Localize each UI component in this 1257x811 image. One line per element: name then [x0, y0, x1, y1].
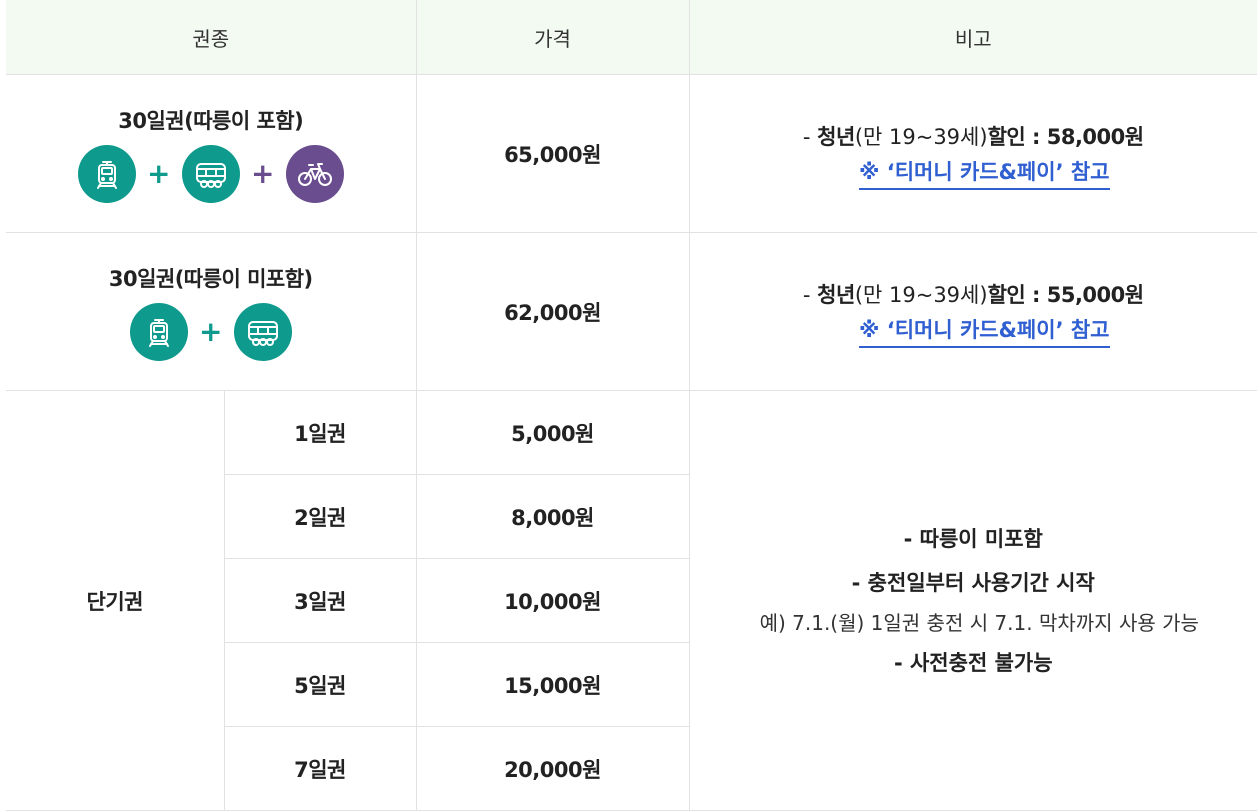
- note-dash: -: [803, 283, 817, 307]
- short-term-label: 단기권: [6, 391, 224, 811]
- plus-sign: +: [188, 318, 234, 346]
- pass-note: - 청년(만 19~39세)할인 : 55,000원 ※ ‘티머니 카드&페이’…: [689, 233, 1257, 391]
- subway-icon: [78, 145, 136, 203]
- short-term-name: 7일권: [224, 727, 416, 811]
- note-dash: -: [803, 125, 817, 149]
- short-term-name: 3일권: [224, 559, 416, 643]
- short-term-price: 10,000원: [416, 559, 689, 643]
- note-discount: 할인 : 58,000원: [988, 125, 1144, 149]
- pass-price: 62,000원: [416, 233, 689, 391]
- pass-title: 30일권(따릉이 포함): [6, 105, 416, 135]
- subway-icon: [130, 303, 188, 361]
- bicycle-icon: [286, 145, 344, 203]
- note-example: 예) 7.1.(월) 1일권 충전 시 7.1. 막차까지 사용 가능: [690, 605, 1257, 641]
- plus-sign: +: [136, 160, 182, 188]
- plus-sign: +: [240, 160, 286, 188]
- fare-table: 권종 가격 비고 30일권(따릉이 포함): [6, 0, 1257, 811]
- tmoney-link[interactable]: ※ ‘티머니 카드&페이’ 참고: [859, 156, 1110, 190]
- table-row: 30일권(따릉이 포함): [6, 75, 1257, 233]
- header-price: 가격: [416, 0, 689, 75]
- tmoney-link[interactable]: ※ ‘티머니 카드&페이’ 참고: [859, 314, 1110, 348]
- note-discount: 할인 : 55,000원: [988, 283, 1144, 307]
- short-term-name: 2일권: [224, 475, 416, 559]
- table-row: 30일권(따릉이 미포함): [6, 233, 1257, 391]
- short-term-name: 5일권: [224, 643, 416, 727]
- pass-icons: +: [6, 303, 416, 361]
- note-lead: 청년: [817, 125, 855, 149]
- youth-discount: - 청년(만 19~39세)할인 : 58,000원: [690, 118, 1257, 156]
- short-term-price: 20,000원: [416, 727, 689, 811]
- fare-page: 권종 가격 비고 30일권(따릉이 포함): [0, 0, 1257, 804]
- table-row: 단기권 1일권 5,000원 - 따릉이 미포함 - 충전일부터 사용기간 시작…: [6, 391, 1257, 475]
- pass-price: 65,000원: [416, 75, 689, 233]
- note-age: (만 19~39세): [855, 125, 988, 149]
- note-no-precharge: - 사전충전 불가능: [690, 641, 1257, 685]
- pass-cell: 30일권(따릉이 포함): [6, 75, 416, 233]
- table-header-row: 권종 가격 비고: [6, 0, 1257, 75]
- pass-icons: + +: [6, 145, 416, 203]
- pass-cell: 30일권(따릉이 미포함): [6, 233, 416, 391]
- header-type: 권종: [6, 0, 416, 75]
- note-lead: 청년: [817, 283, 855, 307]
- youth-discount: - 청년(만 19~39세)할인 : 55,000원: [690, 276, 1257, 314]
- pass-note: - 청년(만 19~39세)할인 : 58,000원 ※ ‘티머니 카드&페이’…: [689, 75, 1257, 233]
- note-age: (만 19~39세): [855, 283, 988, 307]
- short-term-note: - 따릉이 미포함 - 충전일부터 사용기간 시작 예) 7.1.(월) 1일권…: [689, 391, 1257, 811]
- short-term-price: 15,000원: [416, 643, 689, 727]
- short-term-name: 1일권: [224, 391, 416, 475]
- short-term-price: 5,000원: [416, 391, 689, 475]
- header-note: 비고: [689, 0, 1257, 75]
- note-bike-excluded: - 따릉이 미포함: [690, 517, 1257, 561]
- bus-icon: [234, 303, 292, 361]
- pass-title: 30일권(따릉이 미포함): [6, 263, 416, 293]
- bus-icon: [182, 145, 240, 203]
- note-start-date: - 충전일부터 사용기간 시작: [690, 561, 1257, 605]
- short-term-price: 8,000원: [416, 475, 689, 559]
